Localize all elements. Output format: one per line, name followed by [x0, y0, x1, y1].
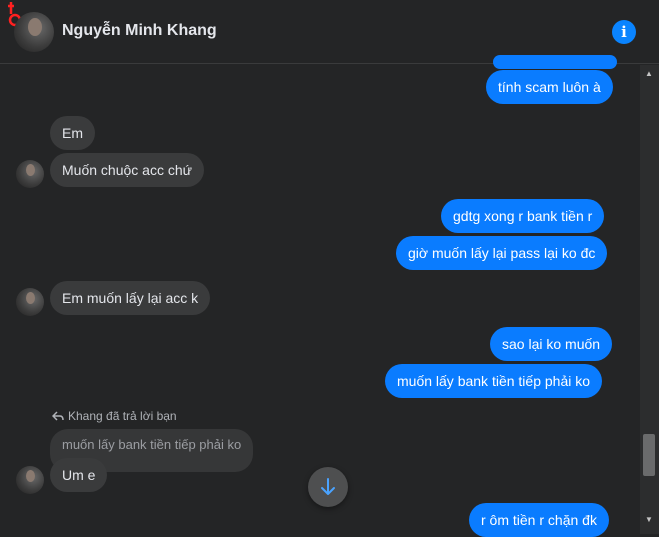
- message-incoming[interactable]: Em: [50, 116, 95, 150]
- scroll-up-arrow-icon[interactable]: ▲: [643, 68, 655, 78]
- contact-mini-avatar: [16, 288, 44, 316]
- reply-icon: [52, 411, 64, 421]
- message-outgoing[interactable]: giờ muốn lấy lại pass lại ko đc: [396, 236, 608, 270]
- arrow-down-icon: [321, 478, 335, 495]
- info-button[interactable]: i: [612, 20, 636, 44]
- contact-avatar[interactable]: [14, 12, 54, 52]
- contact-mini-avatar: [16, 466, 44, 494]
- message-outgoing[interactable]: r ôm tiền r chặn đk: [469, 503, 609, 537]
- scrollbar-thumb[interactable]: [643, 434, 655, 476]
- message-outgoing[interactable]: tính scam luôn à: [486, 70, 613, 104]
- message-incoming[interactable]: Muốn chuộc acc chứ: [50, 153, 204, 187]
- message-incoming[interactable]: Um e: [50, 458, 108, 492]
- contact-mini-avatar: [16, 160, 44, 188]
- contact-name[interactable]: Nguyễn Minh Khang: [62, 22, 217, 40]
- message-outgoing[interactable]: muốn lấy bank tiền tiếp phải ko: [385, 364, 603, 398]
- scroll-to-bottom-button[interactable]: [308, 467, 348, 507]
- message-outgoing[interactable]: sao lại ko muốn: [490, 327, 613, 361]
- reply-indicator: Khang đã trả lời bạn: [52, 409, 177, 423]
- reply-note-text: Khang đã trả lời bạn: [68, 409, 177, 423]
- info-icon: i: [621, 23, 627, 41]
- message-outgoing[interactable]: gdtg xong r bank tiền r: [441, 199, 605, 233]
- message-bubble-partial: [493, 55, 617, 69]
- message-incoming[interactable]: Em muốn lấy lại acc k: [50, 281, 211, 315]
- scroll-down-arrow-icon[interactable]: ▼: [643, 514, 655, 524]
